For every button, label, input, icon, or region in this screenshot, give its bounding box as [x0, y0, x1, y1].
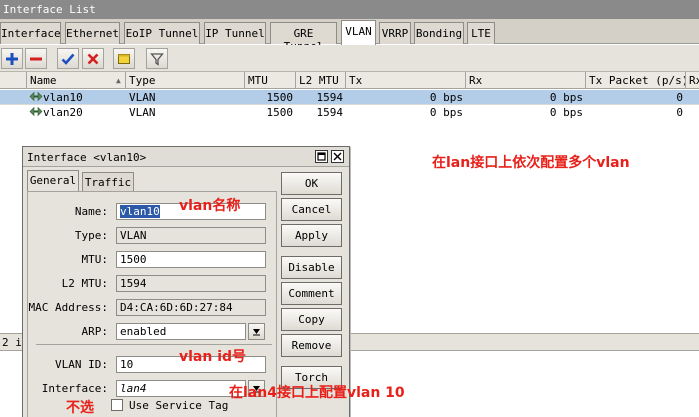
- minus-icon: [30, 57, 42, 60]
- interface-select[interactable]: lan4: [116, 380, 246, 397]
- close-button[interactable]: [331, 150, 344, 163]
- window-title: Interface List: [0, 0, 699, 19]
- tab-lte[interactable]: LTE: [467, 22, 495, 44]
- row-rx: 0 bps: [549, 91, 583, 104]
- comment-dialog-button[interactable]: Comment: [281, 282, 342, 305]
- column-header-type[interactable]: Type: [126, 72, 245, 89]
- arp-select[interactable]: enabled: [116, 323, 246, 340]
- remove-dialog-button[interactable]: Remove: [281, 334, 342, 357]
- remove-button[interactable]: [25, 48, 47, 69]
- tab-interface[interactable]: Interface: [0, 22, 61, 44]
- l2mtu-label: L2 MTU:: [61, 277, 108, 290]
- maximize-icon: [317, 152, 326, 161]
- dialog-title: Interface <vlan10>: [23, 147, 349, 167]
- mtu-field[interactable]: 1500: [116, 251, 266, 268]
- sort-arrow-icon: ▲: [116, 76, 121, 85]
- tab-eoip-tunnel[interactable]: EoIP Tunnel: [124, 22, 200, 44]
- l2mtu-field: 1594: [116, 275, 266, 292]
- annotation-configure-multiple-vlans: 在lan接口上依次配置多个vlan: [432, 155, 630, 171]
- type-field: VLAN: [116, 227, 266, 244]
- dialog-tab-traffic[interactable]: Traffic: [82, 172, 134, 191]
- row-name-cell: vlan10: [27, 90, 126, 105]
- table-row[interactable]: vlan20 VLAN 1500 1594 0 bps 0 bps 0: [0, 105, 699, 120]
- name-value: vlan10: [120, 205, 160, 218]
- type-label: Type:: [74, 229, 108, 242]
- column-header-tx[interactable]: Tx: [346, 72, 466, 89]
- check-icon: [61, 53, 75, 65]
- annotation-interface-lan4: 在lan4接口上配置vlan 10: [229, 385, 405, 401]
- table-row[interactable]: vlan10 VLAN 1500 1594 0 bps 0 bps 0: [0, 90, 699, 105]
- enable-button[interactable]: [57, 48, 79, 69]
- row-separator: [0, 104, 699, 105]
- column-header-mtu[interactable]: MTU: [245, 72, 296, 89]
- annotation-do-not-select: 不选: [66, 400, 94, 416]
- use-service-tag-label: Use Service Tag: [129, 399, 229, 412]
- row-mtu: 1500: [266, 106, 294, 119]
- tab-ip-tunnel[interactable]: IP Tunnel: [204, 22, 266, 44]
- row-tx: 0 bps: [429, 106, 463, 119]
- row-name: vlan20: [43, 106, 83, 119]
- dropdown-arrow-icon: [253, 329, 260, 336]
- section-divider: [36, 344, 272, 345]
- plus-icon: [6, 52, 18, 65]
- vlan-id-label: VLAN ID:: [55, 358, 108, 371]
- column-header-name[interactable]: Name: [27, 72, 126, 89]
- use-service-tag-checkbox[interactable]: [111, 399, 123, 411]
- ok-button[interactable]: OK: [281, 172, 342, 195]
- arp-label: ARP:: [81, 325, 109, 338]
- annotation-vlan-id: vlan id号: [179, 349, 247, 365]
- filter-button[interactable]: [146, 48, 168, 69]
- tab-vlan[interactable]: VLAN: [341, 20, 376, 45]
- cross-icon: [87, 53, 99, 64]
- name-label: Name:: [74, 205, 108, 218]
- row-name: vlan10: [43, 91, 83, 104]
- row-l2mtu: 1594: [316, 106, 344, 119]
- comment-icon: [118, 53, 130, 64]
- copy-button[interactable]: Copy: [281, 308, 342, 331]
- row-type: VLAN: [129, 106, 156, 119]
- add-button[interactable]: [1, 48, 23, 69]
- toolbar: [0, 45, 699, 72]
- cancel-button[interactable]: Cancel: [281, 198, 342, 221]
- column-header-l2mtu[interactable]: L2 MTU: [296, 72, 346, 89]
- row-type: VLAN: [129, 91, 156, 104]
- close-icon: [333, 152, 342, 161]
- disable-dialog-button[interactable]: Disable: [281, 256, 342, 279]
- column-header-flags[interactable]: [0, 72, 27, 89]
- table-header: Name ▲ Type MTU L2 MTU Tx Rx Tx Packet (…: [0, 72, 699, 89]
- mac-address-label: MAC Address:: [28, 301, 108, 314]
- tab-ethernet[interactable]: Ethernet: [65, 22, 120, 44]
- row-l2mtu: 1594: [316, 91, 344, 104]
- tab-vrrp[interactable]: VRRP: [379, 22, 411, 44]
- column-header-rx[interactable]: Rx: [466, 72, 586, 89]
- row-tx-packet: 0: [676, 91, 683, 104]
- interface-dialog: Interface <vlan10> General Traffic Name:…: [22, 146, 350, 417]
- tab-strip: Interface Ethernet EoIP Tunnel IP Tunnel…: [0, 19, 699, 53]
- row-tx-packet: 0: [676, 106, 683, 119]
- apply-button[interactable]: Apply: [281, 224, 342, 247]
- annotation-vlan-name: vlan名称: [179, 198, 241, 214]
- comment-button[interactable]: [113, 48, 135, 69]
- vlan-interface-icon: [29, 91, 43, 102]
- interface-label: Interface:: [41, 382, 108, 395]
- row-mtu: 1500: [266, 91, 294, 104]
- column-header-tx-packet[interactable]: Tx Packet (p/s): [586, 72, 686, 89]
- row-rx: 0 bps: [549, 106, 583, 119]
- dialog-tab-general[interactable]: General: [27, 170, 79, 192]
- tab-gre-tunnel[interactable]: GRE Tunnel: [270, 22, 337, 53]
- filter-icon: [150, 52, 164, 66]
- tab-bonding[interactable]: Bonding: [414, 22, 464, 44]
- arp-dropdown-button[interactable]: [248, 323, 265, 340]
- vlan-interface-icon: [29, 106, 43, 117]
- column-header-rx-packet[interactable]: Rx: [686, 72, 699, 89]
- mac-address-field: D4:CA:6D:6D:27:84: [116, 299, 266, 316]
- maximize-button[interactable]: [315, 150, 328, 163]
- row-tx: 0 bps: [429, 91, 463, 104]
- mtu-label: MTU:: [81, 253, 109, 266]
- row-name-cell: vlan20: [27, 105, 126, 120]
- disable-button[interactable]: [82, 48, 104, 69]
